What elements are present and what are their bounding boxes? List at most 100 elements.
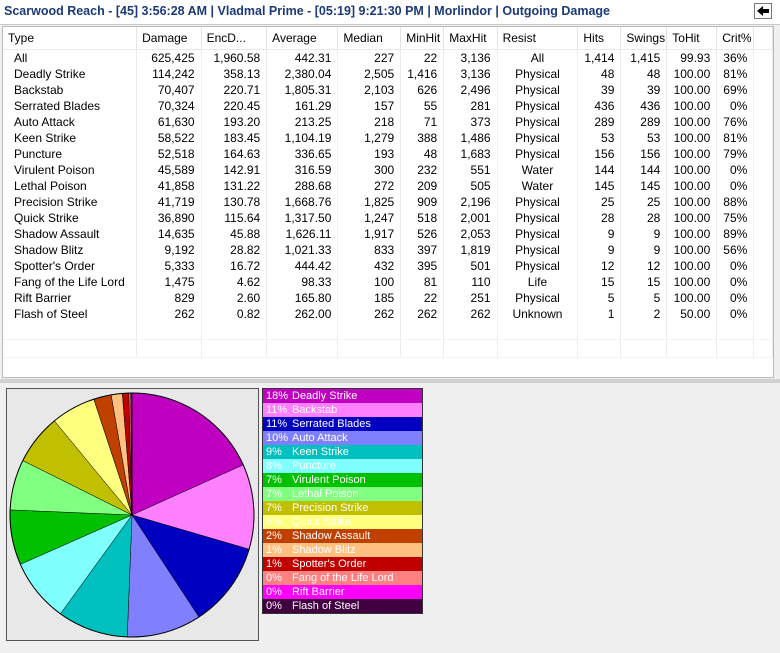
table-cell: 9 [620, 242, 668, 258]
table-row[interactable]: All 625,425 1,960.58 442.31 227 22 3,136 All 1,4… [3, 49, 773, 66]
table-cell: 100.00 [666, 258, 718, 274]
table-cell: 0% [716, 290, 755, 306]
table-row[interactable]: Precision Strike 41,719 130.78 1,668.76 1,82… [3, 194, 773, 210]
empty-cell [136, 322, 202, 340]
table-cell: 232 [400, 162, 445, 178]
table-cell: 15 [620, 274, 668, 290]
table-cell: 209 [400, 178, 445, 194]
table-cell: Backstab [3, 82, 138, 98]
column-header-6[interactable]: MaxHit [443, 27, 498, 50]
empty-cell [753, 322, 773, 340]
table-cell: 213.25 [266, 114, 339, 130]
back-arrow-icon [757, 6, 769, 16]
table-cell: 81% [716, 66, 755, 82]
table-row[interactable]: Shadow Assault 14,635 45.88 1,626.11 1,917 52… [3, 226, 773, 242]
table-cell: Keen Strike [3, 130, 138, 146]
legend-label: Shadow Assault [292, 530, 371, 542]
table-cell: 1,819 [443, 242, 498, 258]
empty-cell [753, 339, 773, 358]
table-cell: 50.00 [666, 306, 718, 322]
table-cell: 1,486 [443, 130, 498, 146]
table-cell: 114,242 [136, 66, 202, 82]
table-row[interactable]: Shadow Blitz 9,192 28.82 1,021.33 833 397 1,81… [3, 242, 773, 258]
table-row[interactable]: Lethal Poison 41,858 131.22 288.68 272 209 505… [3, 178, 773, 194]
table-row[interactable]: Deadly Strike 114,242 358.13 2,380.04 2,505 1… [3, 66, 773, 82]
table-cell: 432 [337, 258, 402, 274]
column-header-label: Hits [583, 31, 605, 45]
table-row[interactable]: Spotter's Order 5,333 16.72 444.42 432 395 501… [3, 258, 773, 274]
table-cell: 625,425 [136, 49, 202, 66]
legend-percent: 8% [266, 460, 282, 472]
legend-percent: 0% [266, 586, 282, 598]
table-cell: 142.91 [201, 162, 268, 178]
table-cell-filler [753, 66, 773, 82]
table-cell: 1,626.11 [266, 226, 339, 242]
table-row[interactable]: Fang of the Life Lord 1,475 4.62 98.33 100 81… [3, 274, 773, 290]
column-header-label: MinHit [406, 31, 441, 45]
table-cell: 316.59 [266, 162, 339, 178]
pie-chart [9, 392, 255, 638]
table-cell: 251 [443, 290, 498, 306]
empty-cell [266, 339, 339, 358]
window-title: Scarwood Reach - [45] 3:56:28 AM | Vladm… [4, 4, 611, 18]
table-row[interactable]: Backstab 70,407 220.71 1,805.31 2,103 626 2,49… [3, 82, 773, 98]
title-bar: Scarwood Reach - [45] 3:56:28 AM | Vladm… [0, 0, 780, 25]
table-row[interactable]: Puncture 52,518 164.63 336.65 193 48 1,683 Phys… [3, 146, 773, 162]
table-row[interactable]: Keen Strike 58,522 183.45 1,104.19 1,279 388 1… [3, 130, 773, 146]
empty-cell [400, 339, 445, 358]
table-row[interactable]: Rift Barrier 829 2.60 165.80 185 22 251 Physica… [3, 290, 773, 306]
table-cell: 3,136 [443, 66, 498, 82]
legend-item: 0% Rift Barrier [263, 585, 422, 599]
column-header-1[interactable]: Damage [136, 27, 202, 50]
column-header-4[interactable]: Median [337, 27, 402, 50]
column-header-8[interactable]: Hits [577, 27, 622, 50]
column-header-label: Resist [502, 31, 536, 45]
table-cell-filler [753, 242, 773, 258]
table-cell: 45.88 [201, 226, 268, 242]
table-cell: 145 [620, 178, 668, 194]
table-cell: 144 [620, 162, 668, 178]
table-cell: 58,522 [136, 130, 202, 146]
table-row[interactable]: Virulent Poison 45,589 142.91 316.59 300 232 5… [3, 162, 773, 178]
table-cell: 358.13 [201, 66, 268, 82]
column-header-label: Swings [626, 31, 666, 45]
table-row[interactable]: Serrated Blades 70,324 220.45 161.29 157 55 28… [3, 98, 773, 114]
empty-cell [400, 322, 445, 340]
table-cell: 79% [716, 146, 755, 162]
column-header-9[interactable]: Swings [620, 27, 668, 50]
table-cell: 2,001 [443, 210, 498, 226]
table-row[interactable]: Flash of Steel 262 0.82 262.00 262 262 262 Unkn… [3, 306, 773, 322]
column-header-5[interactable]: MinHit [400, 27, 445, 50]
table-cell: 157 [337, 98, 402, 114]
column-header-10[interactable]: ToHit [666, 27, 718, 50]
table-cell: 262 [443, 306, 498, 322]
table-cell: 45,589 [136, 162, 202, 178]
table-cell: 88% [716, 194, 755, 210]
back-button[interactable] [754, 3, 772, 19]
table-row[interactable]: Auto Attack 61,630 193.20 213.25 218 71 373 Phy… [3, 114, 773, 130]
table-cell: 81 [400, 274, 445, 290]
column-header-2[interactable]: EncD... [201, 27, 268, 50]
table-cell: 25 [620, 194, 668, 210]
table-cell: 130.78 [201, 194, 268, 210]
table-cell-filler [753, 162, 773, 178]
table-cell: 1 [577, 306, 622, 322]
table-cell: 183.45 [201, 130, 268, 146]
legend-item: 6% Quick Strike [263, 515, 422, 529]
column-header-7[interactable]: Resist [497, 27, 579, 50]
table-row[interactable]: Quick Strike 36,890 115.64 1,317.50 1,247 518… [3, 210, 773, 226]
table-cell: 48 [400, 146, 445, 162]
column-header-0[interactable]: Type [3, 27, 138, 50]
column-header-11[interactable]: Crit% [716, 27, 755, 50]
table-cell: 99.93 [666, 49, 718, 66]
table-cell: 397 [400, 242, 445, 258]
table-cell: 1,416 [400, 66, 445, 82]
column-header-label: ToHit [672, 31, 700, 45]
column-header-3[interactable]: Average [266, 27, 339, 50]
table-cell: 100.00 [666, 98, 718, 114]
legend-label: Keen Strike [292, 446, 349, 458]
table-cell: Physical [497, 66, 579, 82]
table-cell: Physical [497, 242, 579, 258]
legend-percent: 7% [266, 488, 282, 500]
empty-cell [136, 339, 202, 358]
